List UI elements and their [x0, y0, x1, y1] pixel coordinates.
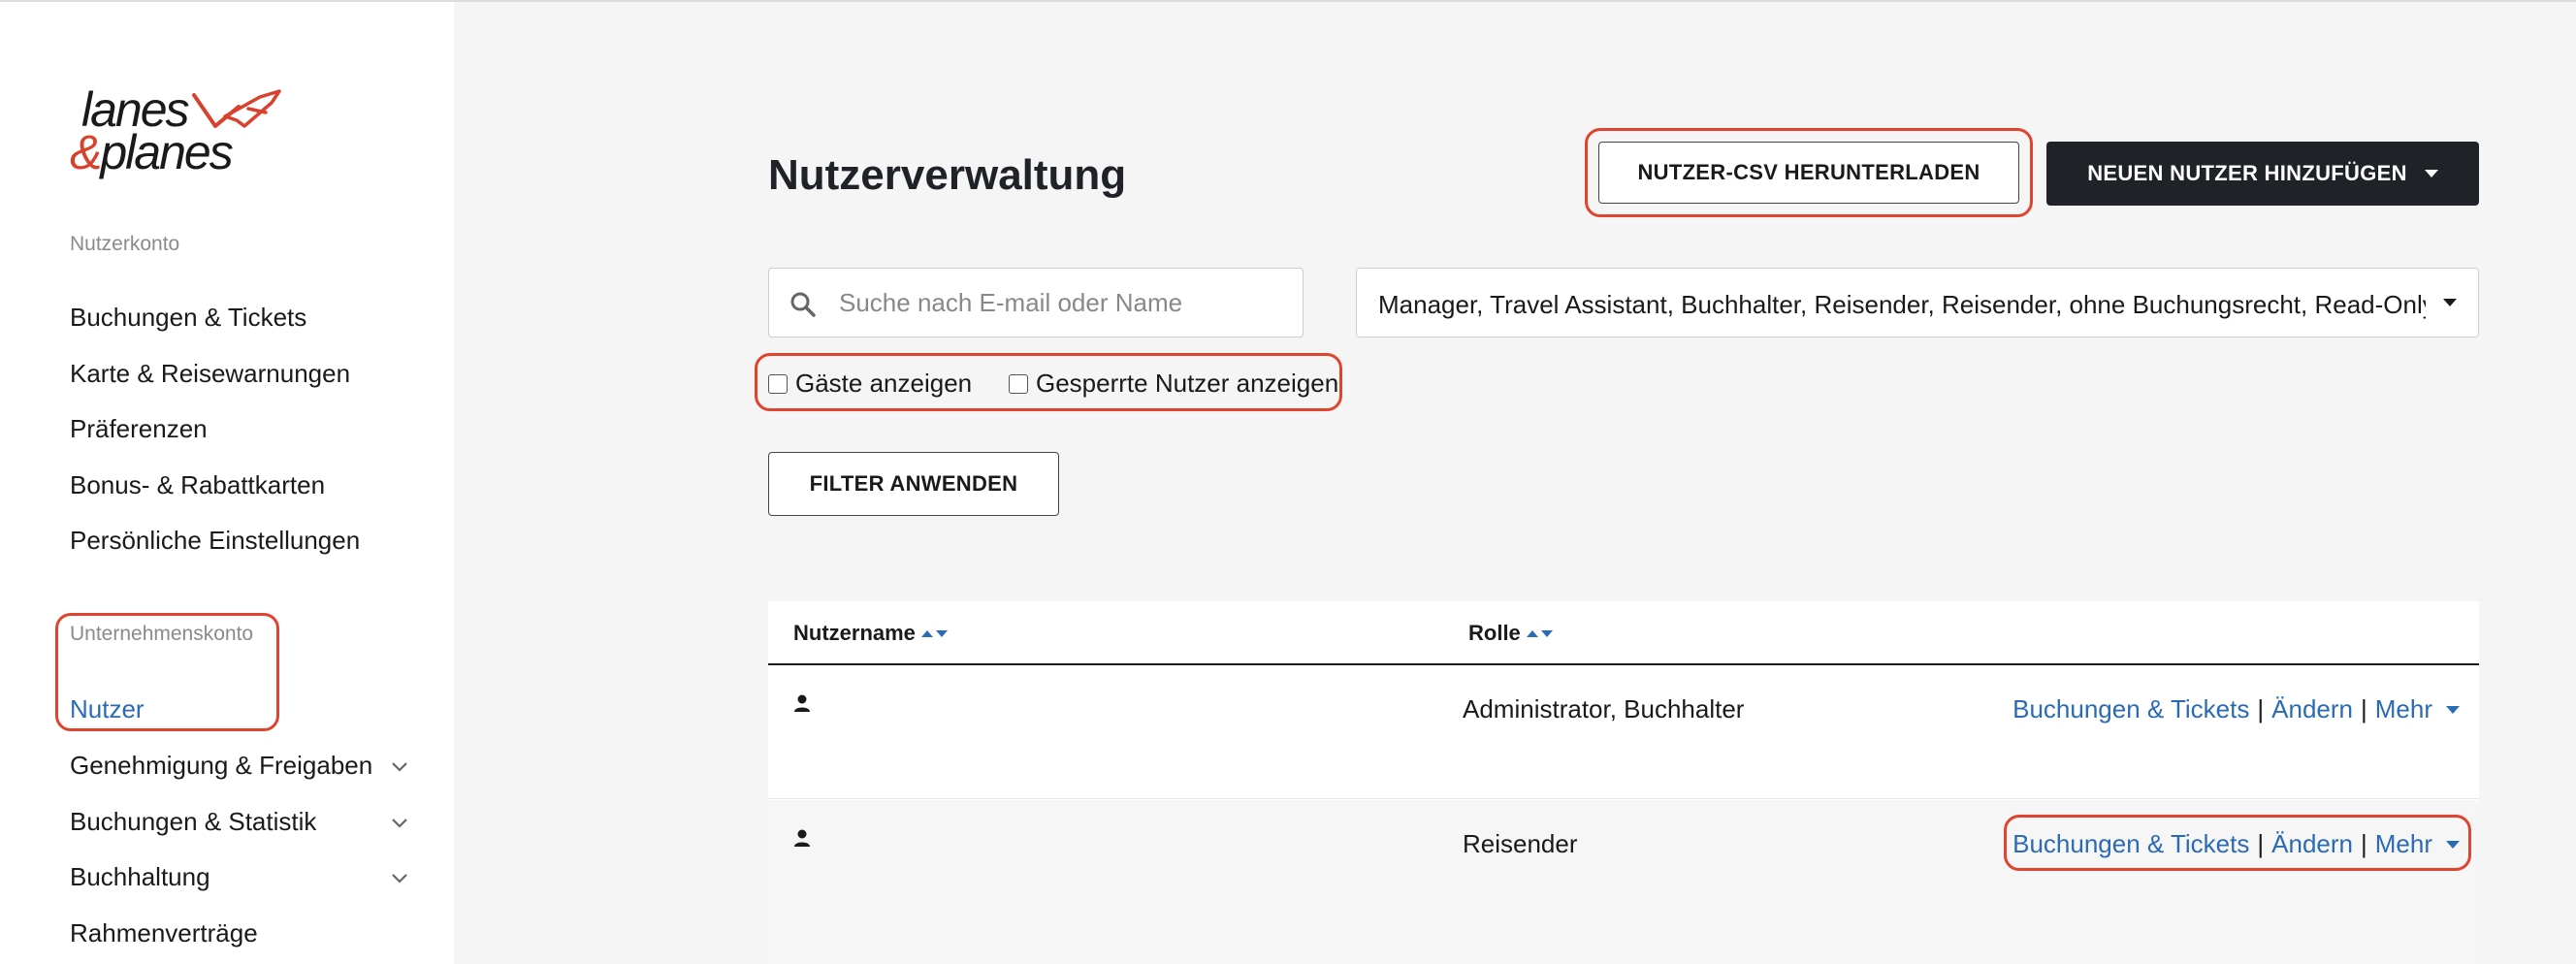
sidebar-item-preferences[interactable]: Präferenzen	[70, 414, 208, 444]
sidebar-item-map-travel-warnings[interactable]: Karte & Reisewarnungen	[70, 359, 350, 389]
caret-down-icon	[2443, 299, 2457, 306]
bookings-tickets-link[interactable]: Buchungen & Tickets	[2012, 694, 2249, 724]
row-actions: Buchungen & Tickets | Ändern | Mehr	[2012, 694, 2460, 724]
highlight-download-csv	[1585, 128, 2033, 217]
sidebar-item-approvals[interactable]: Genehmigung & Freigaben	[70, 751, 372, 781]
caret-down-icon	[2424, 170, 2438, 177]
separator: |	[2360, 694, 2367, 723]
chevron-down-icon[interactable]	[388, 866, 411, 889]
edit-link[interactable]: Ändern	[2271, 694, 2353, 724]
sort-icon[interactable]	[920, 629, 948, 637]
user-icon	[794, 694, 810, 712]
chevron-down-icon[interactable]	[388, 755, 411, 778]
search-icon	[790, 292, 816, 317]
sort-icon[interactable]	[1526, 629, 1553, 637]
role-cell: Reisender	[1463, 829, 1578, 858]
separator: |	[2257, 694, 2265, 723]
sidebar-item-bookings-tickets[interactable]: Buchungen & Tickets	[70, 303, 306, 333]
role-cell: Administrator, Buchhalter	[1463, 694, 1745, 723]
company-logo[interactable]: lanes &planes	[70, 85, 293, 182]
user-icon	[794, 829, 810, 847]
caret-down-icon[interactable]	[2446, 705, 2460, 714]
search-field[interactable]	[768, 268, 1304, 337]
sidebar-item-accounting[interactable]: Buchhaltung	[70, 862, 210, 892]
users-table: Nutzername Rolle Administrator, Buchhalt…	[768, 601, 2479, 964]
highlight-checkboxes	[755, 353, 1342, 411]
sidebar-item-bookings-statistics[interactable]: Buchungen & Statistik	[70, 807, 316, 837]
role-filter-select[interactable]: Manager, Travel Assistant, Buchhalter, R…	[1356, 268, 2479, 337]
highlight-company-users	[55, 613, 279, 731]
column-header-role[interactable]: Rolle	[1468, 621, 1553, 646]
add-user-label: NEUEN NUTZER HINZUFÜGEN	[2087, 161, 2407, 185]
role-filter-value: Manager, Travel Assistant, Buchhalter, R…	[1378, 290, 2426, 319]
sidebar: lanes &planes Nutzerkonto Buchungen & Ti…	[0, 2, 454, 964]
more-link[interactable]: Mehr	[2375, 694, 2432, 724]
page-title: Nutzerverwaltung	[768, 151, 1127, 199]
apply-filter-button[interactable]: FILTER ANWENDEN	[768, 452, 1059, 516]
section-label-user-account: Nutzerkonto	[70, 233, 180, 255]
search-input[interactable]	[839, 282, 1285, 323]
sidebar-item-bonus-cards[interactable]: Bonus- & Rabattkarten	[70, 470, 325, 500]
highlight-row-actions	[2004, 815, 2471, 871]
table-row: Administrator, Buchhalter Buchungen & Ti…	[768, 665, 2479, 799]
add-user-button[interactable]: NEUEN NUTZER HINZUFÜGEN	[2046, 142, 2479, 206]
chevron-down-icon[interactable]	[388, 811, 411, 834]
column-header-username[interactable]: Nutzername	[793, 621, 948, 646]
sidebar-item-framework-contracts[interactable]: Rahmenverträge	[70, 918, 258, 948]
plane-icon	[192, 89, 281, 128]
sidebar-item-personal-settings[interactable]: Persönliche Einstellungen	[70, 526, 360, 556]
